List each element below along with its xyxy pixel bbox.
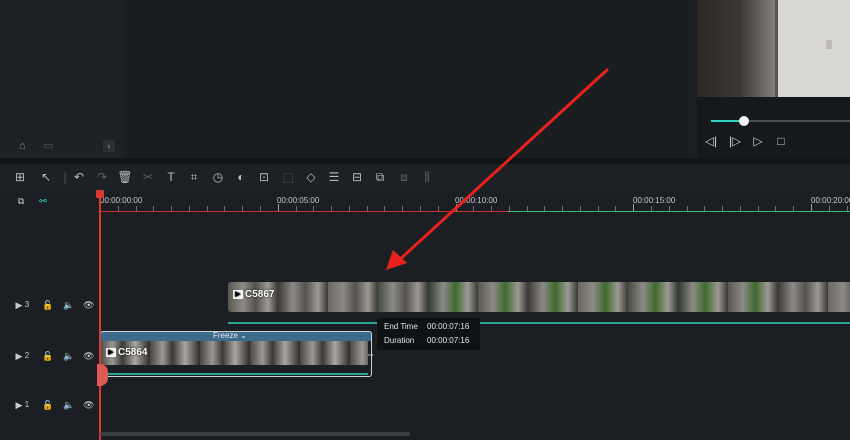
freeze-dropdown[interactable]: Freeze ⌄ (213, 331, 247, 341)
ruler-label-15: 00:00:15:00 (633, 196, 676, 205)
media-area (124, 0, 692, 158)
new-folder-icon[interactable]: ⌂ (19, 140, 33, 152)
freeze-frame-icon[interactable]: ⊡ (256, 169, 272, 185)
track-number: 3 (24, 300, 30, 309)
clip-thumbnail (528, 282, 578, 312)
track-header-1: ▶ 1 🔓 🔈 👁 (0, 392, 100, 422)
delete-icon[interactable]: 🗑 (117, 169, 133, 185)
clip-thumbnail (828, 282, 850, 312)
video-clip-c5867[interactable] (228, 282, 850, 312)
undo-icon[interactable]: ↶ (71, 169, 87, 185)
play-icon: ▶ (233, 289, 243, 299)
ruler-tick (456, 204, 457, 211)
clip-title: ▶ C5867 (233, 289, 274, 300)
eye-icon[interactable]: 👁 (83, 300, 94, 310)
duration-label: Duration (384, 336, 415, 345)
speed-icon[interactable]: ◷ (210, 169, 226, 185)
clip-thumbnail (150, 341, 200, 365)
speaker-icon[interactable]: 🔈 (63, 351, 74, 361)
add-track-icon[interactable]: ⧉ (16, 196, 26, 206)
clip-thumbnail (428, 282, 478, 312)
clip-thumbnail (250, 341, 300, 365)
mask-icon[interactable]: ◇ (303, 169, 319, 185)
ruler-tick (633, 204, 634, 211)
ruler-label-5: 00:00:05:00 (277, 196, 320, 205)
wall-outlet (826, 40, 832, 49)
clip-thumbnail (778, 282, 828, 312)
clip-title: ▶ C5864 (106, 347, 147, 358)
duration-value: 00:00:07:16 (427, 336, 470, 345)
crop-icon[interactable]: ⌗ (186, 169, 202, 185)
audio-waveform-line (100, 365, 368, 375)
trim-handle-icon[interactable]: ⇔ (366, 349, 376, 359)
clip-thumbnail (678, 282, 728, 312)
clip-thumbnail (300, 341, 350, 365)
playback-progress-knob[interactable] (739, 116, 749, 126)
ruler-rendered-range (508, 211, 850, 212)
next-frame-icon[interactable]: |▷ (728, 134, 742, 148)
end-time-value: 00:00:07:16 (427, 322, 470, 331)
trim-tooltip: End Time 00:00:07:16 Duration 00:00:07:1… (377, 318, 480, 350)
clip-thumbnail (728, 282, 778, 312)
speaker-icon[interactable]: 🔈 (63, 400, 74, 410)
play-icon: ▶ (106, 347, 116, 357)
clip-thumbnail (578, 282, 628, 312)
clip-name: C5867 (245, 289, 275, 300)
track-number: 2 (24, 351, 30, 360)
playhead-head[interactable] (96, 190, 104, 198)
track-number: 1 (24, 400, 30, 409)
color-icon[interactable]: ◐ (233, 169, 249, 185)
audio-waveform-line (228, 322, 850, 324)
track-header-2: ▶ 2 🔓 🔈 👁 (0, 343, 100, 373)
folder-icon[interactable]: ▭ (43, 140, 57, 152)
audio-stretch-icon[interactable]: ⫼ (419, 169, 435, 185)
lock-icon[interactable]: 🔓 (42, 351, 53, 361)
play-icon[interactable]: ▷ (751, 134, 765, 148)
ruler-played-range (100, 211, 508, 212)
clip-thumbnail (378, 282, 428, 312)
clip-name: C5864 (118, 347, 148, 358)
media-panel (0, 0, 124, 158)
redo-icon[interactable]: ↷ (94, 169, 110, 185)
link-icon[interactable]: ⚯ (38, 196, 48, 206)
preview-door (775, 0, 850, 97)
clip-thumbnail (478, 282, 528, 312)
layout-icon[interactable]: ⊞ (12, 169, 28, 185)
ruler-tick (811, 204, 812, 211)
stop-icon[interactable]: □ (774, 134, 788, 148)
clip-thumbnail (328, 282, 378, 312)
ruler-label-10: 00:00:10:00 (455, 196, 498, 205)
clip-thumbnail (628, 282, 678, 312)
split-audio-icon[interactable]: ⊟ (349, 169, 365, 185)
select-icon[interactable]: ↖ (38, 169, 54, 185)
clip-thumbnail (200, 341, 250, 365)
track-header-3: ▶ 3 🔓 🔈 👁 (0, 292, 100, 322)
speaker-icon[interactable]: 🔈 (63, 300, 74, 310)
ruler-label-20: 00:00:20:00 (811, 196, 850, 205)
voiceover-icon[interactable]: ⧉ (372, 169, 388, 185)
prev-frame-icon[interactable]: ◁| (704, 134, 718, 148)
cut-icon[interactable]: ✂ (140, 169, 156, 185)
text-icon[interactable]: T (163, 169, 179, 185)
ruler-label-0: 00:00:00:00 (100, 196, 143, 205)
ai-icon[interactable]: ⬚ (280, 169, 296, 185)
lock-icon[interactable]: 🔓 (42, 400, 53, 410)
playhead[interactable] (99, 190, 101, 440)
end-time-label: End Time (384, 322, 418, 331)
clip-thumbnail (278, 282, 328, 312)
eye-icon[interactable]: 👁 (83, 351, 94, 361)
collapse-panel-button[interactable]: ‹ (103, 140, 115, 152)
playhead-drag-handle[interactable] (97, 364, 108, 386)
motion-icon[interactable]: ⧈ (396, 169, 412, 185)
ruler-tick (278, 204, 279, 211)
eye-icon[interactable]: 👁 (83, 400, 94, 410)
timeline-scrollbar[interactable] (100, 432, 410, 436)
adjust-icon[interactable]: ☰ (326, 169, 342, 185)
lock-icon[interactable]: 🔓 (42, 300, 53, 310)
